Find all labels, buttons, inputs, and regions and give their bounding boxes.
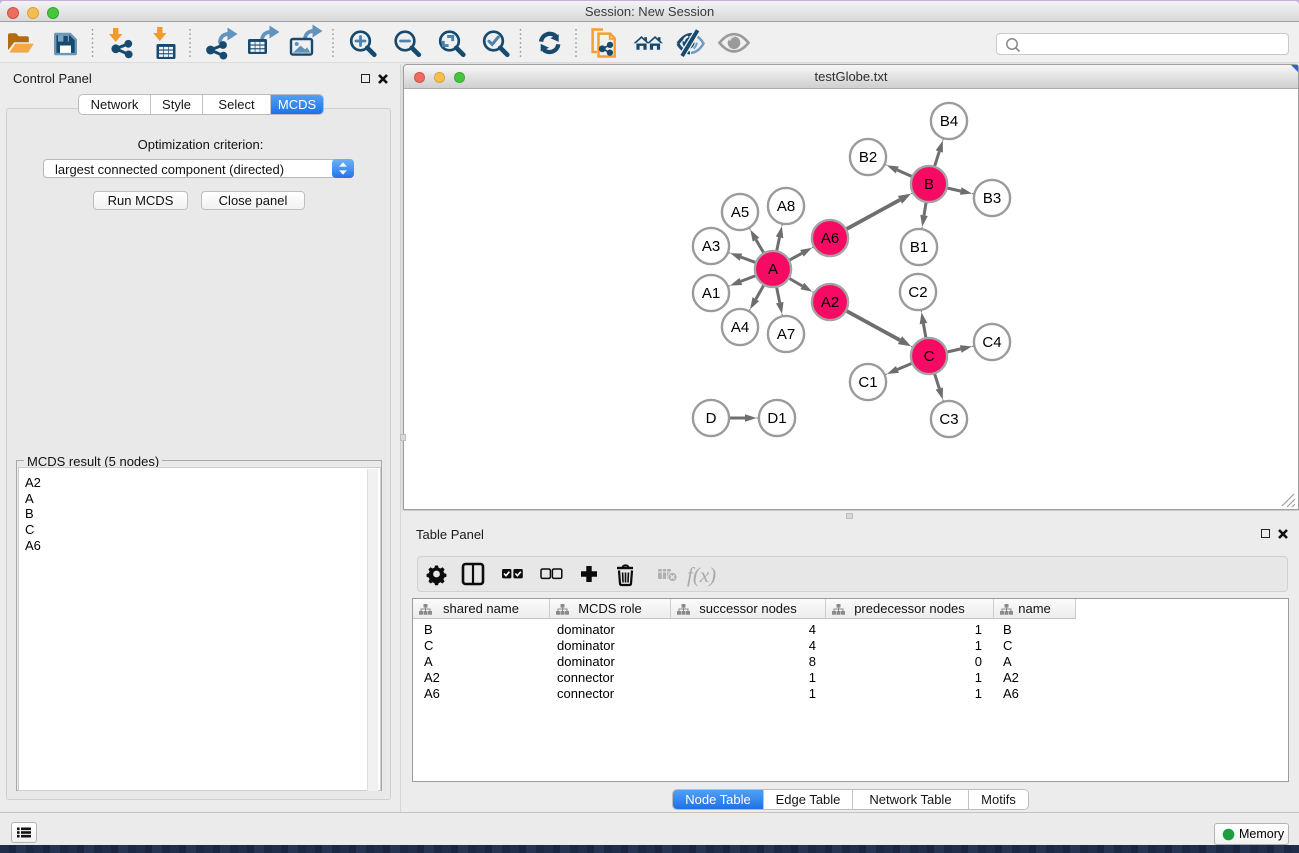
svg-text:A5: A5 bbox=[731, 204, 749, 221]
svg-text:A1: A1 bbox=[702, 285, 720, 302]
svg-text:C2: C2 bbox=[908, 284, 927, 301]
svg-text:A7: A7 bbox=[777, 326, 795, 343]
svg-text:B4: B4 bbox=[940, 113, 958, 130]
svg-text:C: C bbox=[924, 348, 935, 365]
svg-text:B2: B2 bbox=[859, 149, 877, 166]
svg-text:B1: B1 bbox=[910, 239, 928, 256]
svg-text:D1: D1 bbox=[767, 410, 786, 427]
svg-text:C3: C3 bbox=[939, 411, 958, 428]
svg-text:A2: A2 bbox=[821, 294, 839, 311]
svg-text:C1: C1 bbox=[858, 374, 877, 391]
svg-text:A: A bbox=[768, 261, 778, 278]
svg-text:A4: A4 bbox=[731, 319, 749, 336]
svg-text:B: B bbox=[924, 176, 934, 193]
svg-text:A8: A8 bbox=[777, 198, 795, 215]
svg-text:A3: A3 bbox=[702, 238, 720, 255]
svg-text:B3: B3 bbox=[983, 190, 1001, 207]
svg-text:f(x): f(x) bbox=[687, 563, 716, 587]
svg-text:A6: A6 bbox=[821, 230, 839, 247]
svg-text:C4: C4 bbox=[982, 334, 1001, 351]
svg-text:D: D bbox=[706, 410, 717, 427]
